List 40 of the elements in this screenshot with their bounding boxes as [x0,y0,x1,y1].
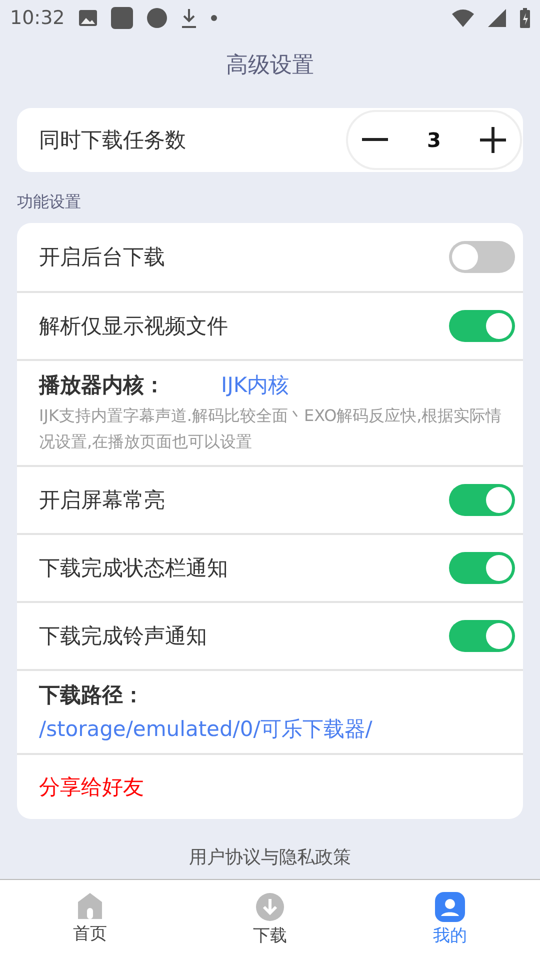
user-icon [435,892,465,922]
image-icon [78,10,97,26]
toggle-switch[interactable] [449,241,515,273]
setting-label: 同时下载任务数 [39,127,186,154]
setting-label: 开启后台下载 [39,244,165,271]
toggle-switch[interactable] [449,552,515,584]
toggle-switch[interactable] [449,620,515,652]
section-header: 功能设置 [17,192,82,213]
home-icon [75,892,105,920]
plus-button[interactable] [478,125,508,155]
stepper-value: 3 [427,128,441,152]
setting-label: 下载完成状态栏通知 [39,555,228,582]
setting-label: 解析仅显示视频文件 [39,313,228,340]
download-icon [180,8,197,28]
setting-label: 播放器内核： [39,372,165,399]
wifi-icon [452,9,474,27]
status-time: 10:32 [10,7,65,29]
nav-tab[interactable]: 下载 [180,880,360,960]
setting-label: 下载路径： [39,682,145,709]
setting-label: 开启屏幕常亮 [39,487,165,514]
privacy-link[interactable]: 用户协议与隐私政策 [189,847,351,868]
download-path[interactable]: /storage/emulated/0/可乐下载器/ [39,715,515,743]
setting-label: 下载完成铃声通知 [39,623,207,650]
share-link[interactable]: 分享给好友 [39,773,144,801]
app-icon [146,8,167,28]
app-icon [110,7,133,29]
signal-icon [488,9,506,27]
toggle-switch[interactable] [449,484,515,516]
setting-description: IJK支持内置字幕声道.解码比较全面丶EXO解码反应快,根据实际情况设置,在播放页面也可以设置 [39,405,503,453]
toggle-switch[interactable] [449,310,515,342]
plus-icon [480,127,506,153]
page-title: 高级设置 [225,52,315,80]
nav-tab[interactable]: 首页 [0,880,180,960]
dot-icon [210,15,217,21]
minus-icon [362,138,388,142]
nav-tab[interactable]: 我的 [360,880,540,960]
minus-button[interactable] [360,136,390,144]
battery-icon [520,8,530,28]
download-icon [255,892,285,922]
player-option-link[interactable]: IJK内核 [221,371,290,399]
